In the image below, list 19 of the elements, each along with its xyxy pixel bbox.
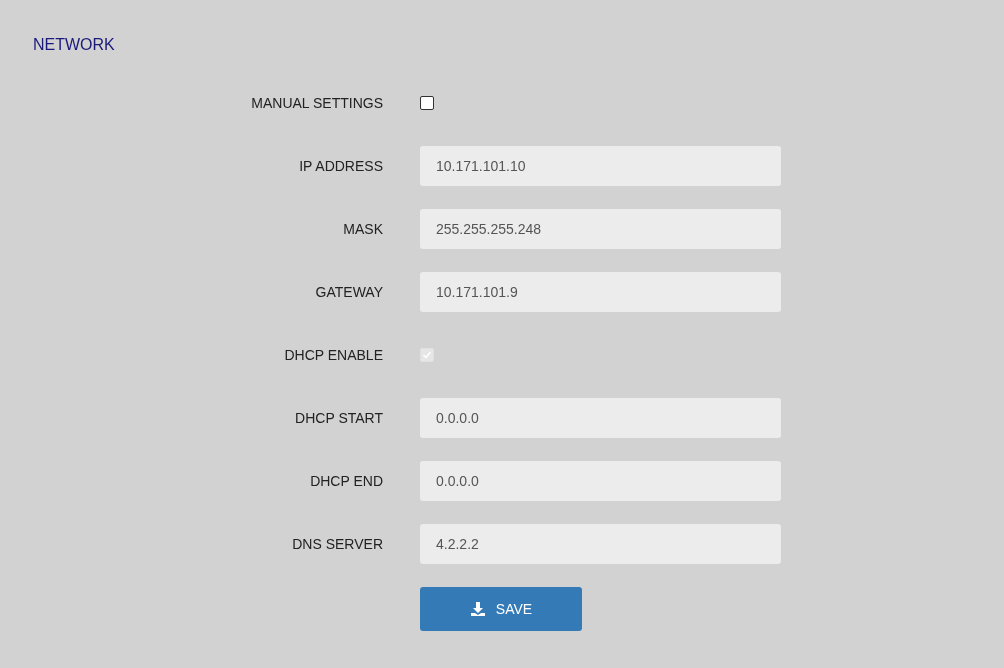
field-label: IP ADDRESS [298,158,383,174]
section-title: NETWORK [33,35,116,55]
field-label: DNS SERVER [291,536,383,552]
checkbox[interactable] [420,96,434,110]
field-label: DHCP END [309,473,383,489]
field-label: MANUAL SETTINGS [250,95,383,111]
field-label: MASK [342,221,383,237]
input-field[interactable]: 255.255.255.248 [420,209,781,249]
input-field[interactable]: 10.171.101.9 [420,272,781,312]
field-label: GATEWAY [314,284,383,300]
input-field[interactable]: 0.0.0.0 [420,398,781,438]
download-icon [469,601,486,617]
input-field[interactable]: 10.171.101.10 [420,146,781,186]
checkmark-icon [422,350,432,360]
input-field[interactable]: 0.0.0.0 [420,461,781,501]
input-field[interactable]: 4.2.2.2 [420,524,781,564]
field-label: DHCP START [294,410,383,426]
save-button[interactable]: SAVE [420,587,582,631]
field-label: DHCP ENABLE [283,347,383,363]
